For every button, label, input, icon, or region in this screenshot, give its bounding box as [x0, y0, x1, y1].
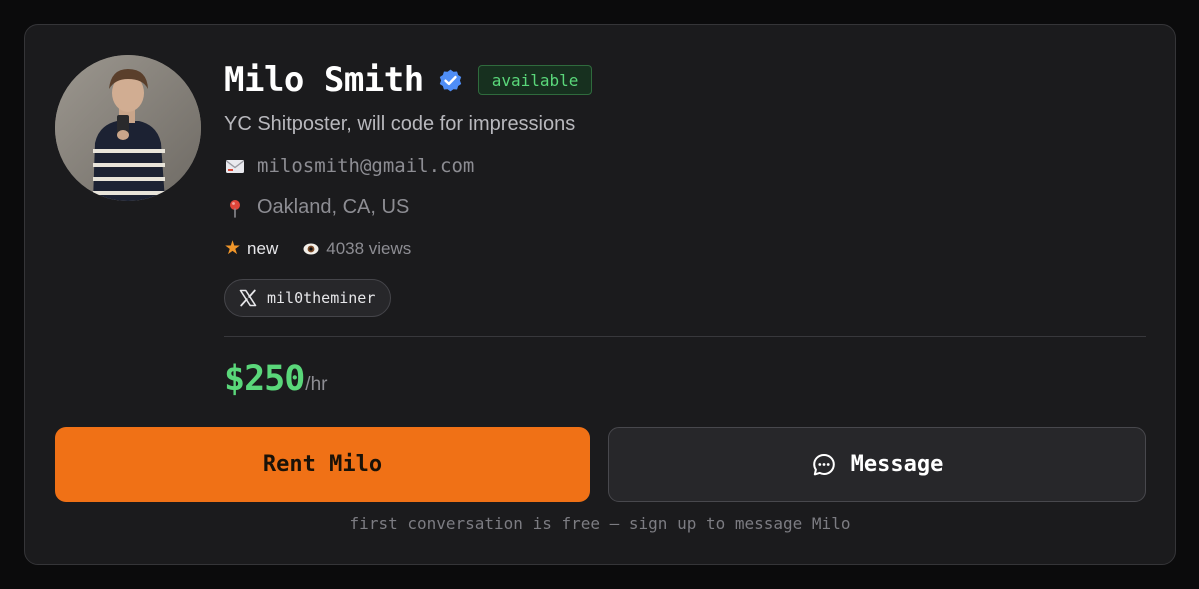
social-handle: mil0theminer: [267, 289, 376, 307]
footnote: first conversation is free — sign up to …: [349, 514, 851, 533]
eye-icon: [302, 240, 320, 258]
price-unit: /hr: [305, 374, 328, 395]
x-logo-icon: [238, 288, 258, 308]
rent-button[interactable]: Rent Milo: [55, 427, 590, 502]
chat-bubble-icon: [811, 452, 837, 478]
location-text: Oakland, CA, US: [257, 196, 410, 218]
views-count: 4038 views: [326, 238, 412, 258]
name-row: Milo Smith available: [224, 59, 593, 101]
star-icon: ★: [224, 238, 242, 259]
social-handle-chip[interactable]: mil0theminer: [224, 279, 392, 317]
location-row: Oakland, CA, US: [224, 196, 409, 219]
email-text[interactable]: milosmith@gmail.com: [257, 155, 474, 177]
pushpin-icon: [224, 197, 246, 219]
divider: [224, 336, 1146, 337]
envelope-icon: [224, 155, 246, 177]
message-button[interactable]: Message: [608, 427, 1146, 502]
avatar: [55, 55, 201, 201]
price-amount: $250: [224, 359, 305, 399]
price: $250 /hr: [224, 359, 327, 399]
message-button-label: Message: [850, 452, 944, 477]
rating-label: new: [247, 238, 279, 258]
status-badge: available: [477, 65, 593, 95]
email-row: milosmith@gmail.com: [224, 155, 474, 177]
profile-tagline: YC Shitposter, will code for impressions: [224, 113, 576, 135]
profile-card: Milo Smith available YC Shitposter, will…: [24, 24, 1176, 565]
stats-row: ★ new 4038 views: [224, 237, 411, 260]
verified-badge-icon: [437, 67, 464, 94]
profile-name: Milo Smith: [224, 60, 424, 100]
